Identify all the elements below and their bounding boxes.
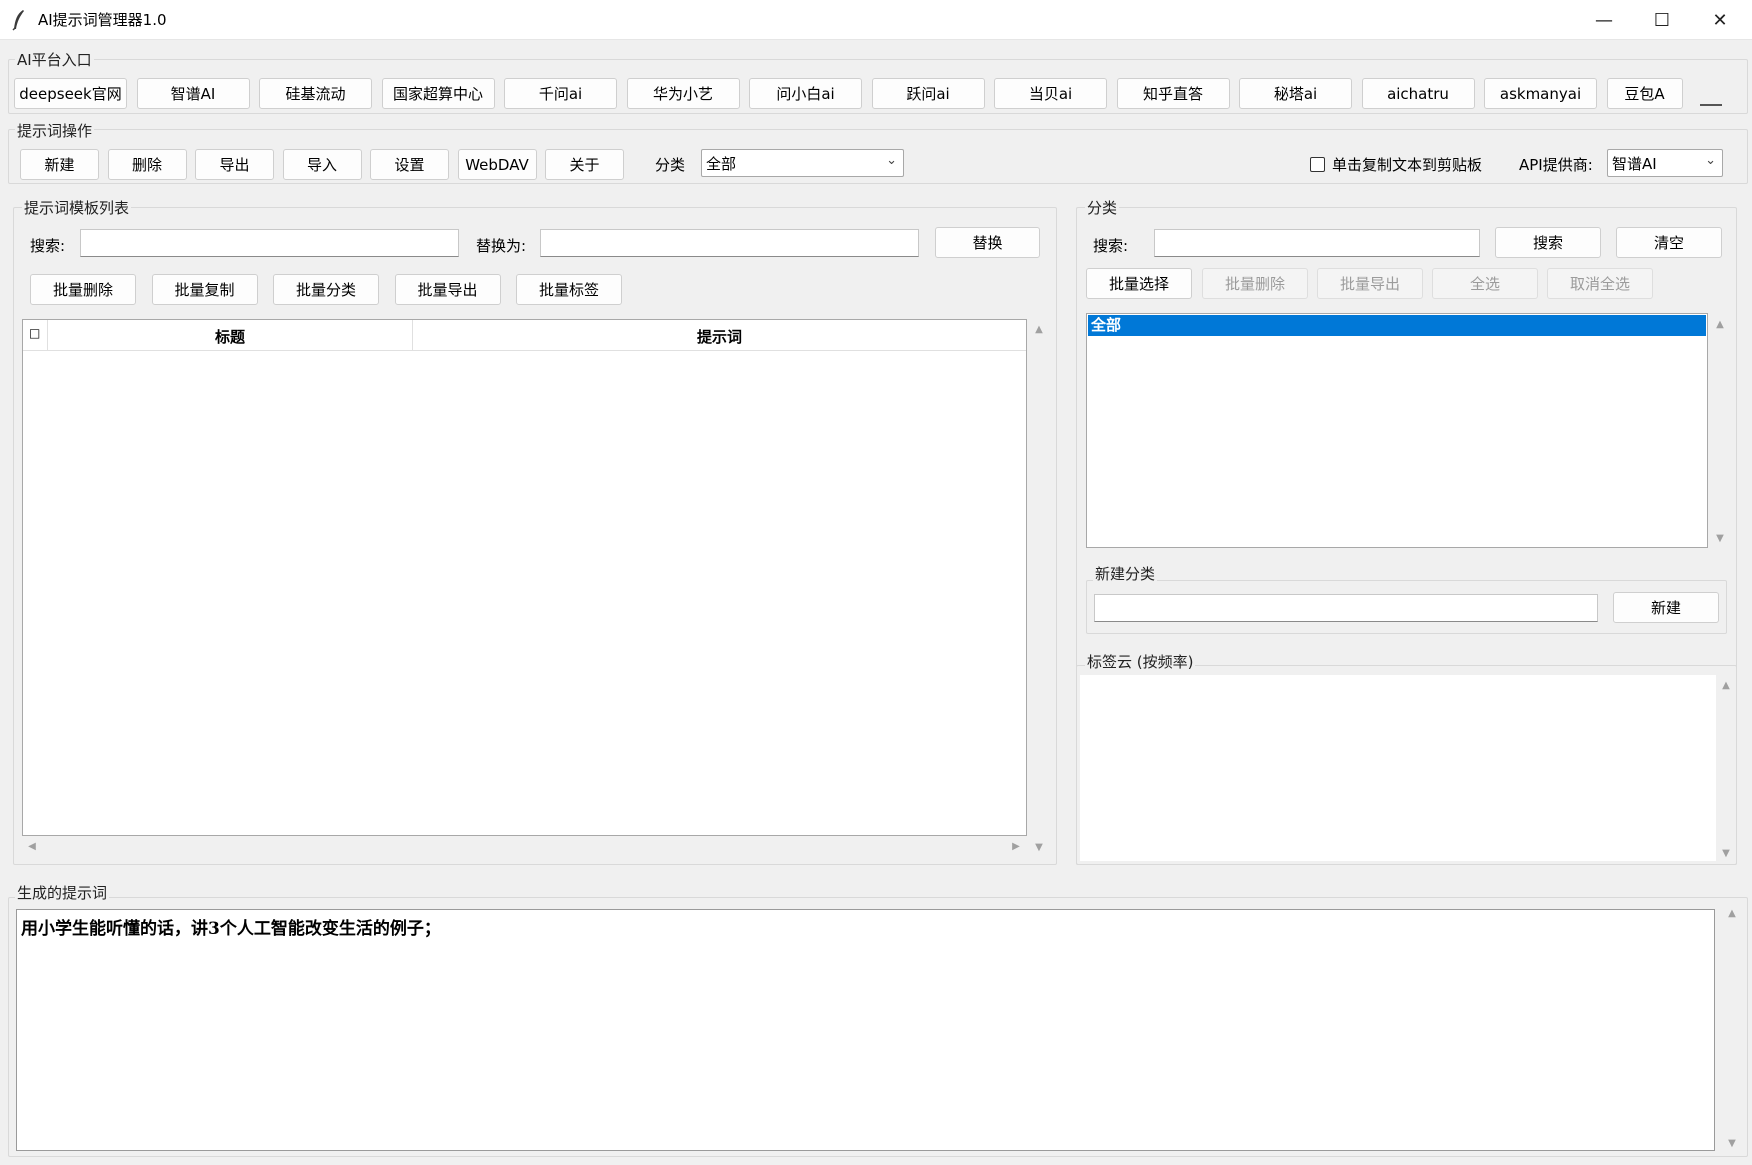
- scroll-up-icon[interactable]: ▲: [1718, 680, 1734, 691]
- platform-button[interactable]: 跃问ai: [871, 78, 985, 109]
- minimize-button[interactable]: —: [1575, 0, 1633, 40]
- category-search-label: 搜索:: [1093, 237, 1129, 255]
- category-search-button[interactable]: 搜索: [1495, 227, 1601, 258]
- category-select[interactable]: 全部 ⌄: [701, 149, 904, 177]
- template-batch-button[interactable]: 批量导出: [394, 274, 501, 305]
- template-search-input[interactable]: [80, 229, 459, 257]
- platform-button[interactable]: deepseek官网: [14, 78, 127, 109]
- scroll-down-icon[interactable]: ▼: [1031, 842, 1047, 853]
- platform-button[interactable]: 知乎直答: [1116, 78, 1230, 109]
- category-clear-button[interactable]: 清空: [1616, 227, 1722, 258]
- title-bar: AI提示词管理器1.0 — ☐ ✕: [0, 0, 1752, 40]
- platform-scroll-indicator[interactable]: [1700, 104, 1722, 106]
- platform-button[interactable]: 华为小艺: [626, 78, 740, 109]
- ops-button[interactable]: 新建: [20, 149, 99, 180]
- category-select-value: 全部: [706, 154, 737, 173]
- feather-icon: [12, 10, 24, 31]
- replace-label: 替换为:: [476, 237, 527, 255]
- scroll-up-icon[interactable]: ▲: [1031, 324, 1047, 335]
- replace-input[interactable]: [540, 229, 919, 257]
- close-button[interactable]: ✕: [1691, 0, 1749, 40]
- generated-group-label: 生成的提示词: [15, 882, 110, 903]
- scroll-up-icon[interactable]: ▲: [1724, 908, 1740, 919]
- platform-button[interactable]: 硅基流动: [259, 78, 372, 109]
- category-search-input[interactable]: [1154, 229, 1480, 257]
- tag-cloud-area[interactable]: [1080, 675, 1716, 861]
- category-batch-button[interactable]: 全选: [1432, 268, 1538, 299]
- generated-text: 用小学生能听懂的话，讲3个人工智能改变生活的例子；: [21, 919, 441, 939]
- close-icon: ✕: [1712, 9, 1728, 31]
- chevron-down-icon: ⌄: [886, 153, 897, 168]
- template-batch-button[interactable]: 批量标签: [516, 274, 622, 305]
- category-group-label: 分类: [1085, 197, 1120, 218]
- chevron-down-icon: ⌄: [1705, 153, 1716, 168]
- category-list-item[interactable]: 全部: [1088, 315, 1706, 336]
- scroll-right-icon[interactable]: ▶: [1008, 841, 1024, 852]
- new-category-group-label: 新建分类: [1093, 563, 1158, 584]
- copy-checkbox[interactable]: [1310, 157, 1325, 172]
- platform-button[interactable]: aichatru: [1361, 78, 1475, 109]
- templates-group-label: 提示词模板列表: [22, 197, 132, 218]
- copy-checkbox-label: 单击复制文本到剪贴板: [1332, 156, 1483, 174]
- replace-button[interactable]: 替换: [935, 227, 1040, 258]
- ops-category-label: 分类: [655, 156, 686, 174]
- column-header-prompt[interactable]: 提示词: [413, 326, 1026, 347]
- ops-button[interactable]: WebDAV: [457, 149, 537, 180]
- platform-button[interactable]: 问小白ai: [749, 78, 862, 109]
- api-provider-label: API提供商:: [1519, 156, 1593, 174]
- platform-button[interactable]: 当贝ai: [994, 78, 1107, 109]
- scroll-up-icon[interactable]: ▲: [1712, 319, 1728, 330]
- template-batch-button[interactable]: 批量复制: [151, 274, 258, 305]
- select-all-checkbox[interactable]: □: [29, 326, 40, 340]
- ops-button[interactable]: 删除: [107, 149, 187, 180]
- maximize-icon: ☐: [1653, 9, 1671, 31]
- column-header-title[interactable]: 标题: [48, 326, 412, 347]
- new-category-input[interactable]: [1094, 594, 1598, 622]
- platform-button[interactable]: 千问ai: [504, 78, 617, 109]
- platform-button[interactable]: 智谱AI: [136, 78, 250, 109]
- new-category-button[interactable]: 新建: [1613, 592, 1719, 623]
- platform-group-label: AI平台入口: [15, 49, 94, 70]
- platform-button[interactable]: 豆包A: [1606, 78, 1683, 109]
- platform-button[interactable]: 国家超算中心: [381, 78, 495, 109]
- scroll-down-icon[interactable]: ▼: [1718, 848, 1734, 859]
- category-batch-button[interactable]: 批量删除: [1202, 268, 1308, 299]
- ops-button[interactable]: 关于: [545, 149, 624, 180]
- window-title: AI提示词管理器1.0: [38, 11, 167, 29]
- scroll-left-icon[interactable]: ◀: [24, 841, 40, 852]
- template-table[interactable]: □ 标题 提示词: [22, 319, 1027, 836]
- template-search-label: 搜索:: [30, 237, 66, 255]
- tag-cloud-group-label: 标签云 (按频率): [1085, 651, 1196, 672]
- platform-button[interactable]: askmanyai: [1484, 78, 1597, 109]
- api-provider-select[interactable]: 智谱AI ⌄: [1607, 149, 1723, 177]
- maximize-button[interactable]: ☐: [1633, 0, 1691, 40]
- ops-button[interactable]: 导入: [282, 149, 362, 180]
- category-batch-button[interactable]: 批量导出: [1317, 268, 1423, 299]
- batch-select-button[interactable]: 批量选择: [1086, 268, 1192, 299]
- category-items: 全部: [1088, 315, 1706, 336]
- ops-button[interactable]: 设置: [370, 149, 449, 180]
- template-batch-button[interactable]: 批量分类: [273, 274, 379, 305]
- category-batch-button[interactable]: 取消全选: [1547, 268, 1653, 299]
- template-batch-button[interactable]: 批量删除: [30, 274, 136, 305]
- api-provider-value: 智谱AI: [1612, 154, 1657, 173]
- scroll-down-icon[interactable]: ▼: [1712, 533, 1728, 544]
- platform-button[interactable]: 秘塔ai: [1239, 78, 1352, 109]
- ops-group-label: 提示词操作: [15, 120, 95, 141]
- minimize-icon: —: [1595, 9, 1613, 31]
- ops-button[interactable]: 导出: [195, 149, 274, 180]
- scroll-down-icon[interactable]: ▼: [1724, 1138, 1740, 1149]
- generated-textarea[interactable]: 用小学生能听懂的话，讲3个人工智能改变生活的例子；: [16, 909, 1715, 1151]
- category-list[interactable]: 全部: [1086, 313, 1708, 548]
